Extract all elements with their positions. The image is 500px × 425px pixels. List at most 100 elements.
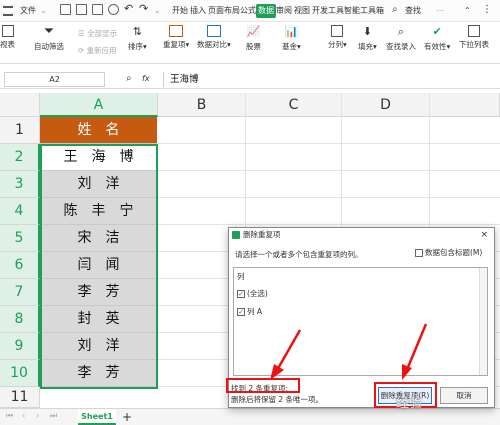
- lookup-entry-label: 查找录入: [386, 42, 416, 51]
- menu-smart-toolbox[interactable]: 智能工具箱: [344, 4, 384, 18]
- menu-formula[interactable]: 公式: [240, 4, 256, 18]
- duplicates-button[interactable]: 重复项▾: [163, 25, 189, 50]
- column-header-d[interactable]: D: [342, 93, 430, 117]
- checked-checkbox-icon: ✓: [237, 308, 245, 316]
- fill-icon: ⬇: [362, 25, 372, 38]
- list-header: 列: [237, 272, 245, 281]
- name-box[interactable]: A2: [4, 72, 105, 87]
- app-icon: [232, 231, 240, 239]
- validity-button[interactable]: ✔ 有效性▾: [424, 25, 450, 52]
- cell-a5[interactable]: 宋洁: [40, 225, 157, 252]
- print-icon[interactable]: [92, 4, 103, 15]
- menu-view[interactable]: 视图: [294, 4, 310, 18]
- hamburger-icon[interactable]: [3, 6, 13, 16]
- formula-input[interactable]: 王海博: [170, 72, 199, 87]
- preview-icon[interactable]: [108, 4, 119, 15]
- auto-filter-button[interactable]: ⏷ 自动筛选: [34, 25, 64, 52]
- column-a-label: 列 A: [247, 307, 263, 316]
- dropdown-list-label: 下拉列表: [459, 40, 489, 49]
- row-header-3[interactable]: 3: [0, 171, 40, 198]
- split-icon: [331, 25, 344, 37]
- select-all-option[interactable]: ✓ (全选): [237, 288, 268, 299]
- cell-a6[interactable]: 闫闻: [40, 252, 157, 279]
- menu-data[interactable]: 数据: [256, 4, 276, 18]
- split-button[interactable]: 分列▾: [328, 25, 347, 50]
- cell-a4[interactable]: 陈丰宁: [40, 198, 157, 225]
- last-sheet-icon[interactable]: ⏭: [50, 411, 57, 421]
- cell-a9[interactable]: 刘洋: [40, 333, 157, 360]
- pivot-table-label: 视表: [0, 40, 15, 49]
- header-checkbox[interactable]: 数据包含标题(M): [415, 247, 482, 258]
- menu-home[interactable]: 开始: [172, 4, 188, 18]
- search-icon[interactable]: ⌕: [392, 3, 398, 17]
- column-a-option[interactable]: ✓ 列 A: [237, 306, 262, 317]
- row-header-1[interactable]: 1: [0, 117, 40, 144]
- dropdown-list-button[interactable]: 下拉列表: [459, 25, 489, 50]
- row-header-9[interactable]: 9: [0, 333, 40, 360]
- dialog-title-bar[interactable]: 删除重复项: [229, 228, 494, 242]
- table-icon: [1, 25, 14, 37]
- menu-review[interactable]: 审阅: [276, 4, 292, 18]
- header-checkbox-label: 数据包含标题(M): [425, 248, 483, 257]
- sheet-tab-sheet1[interactable]: Sheet1: [78, 409, 116, 425]
- column-listbox[interactable]: 列 ✓ (全选) ✓ 列 A: [233, 267, 488, 376]
- cell-a7[interactable]: 李芳: [40, 279, 157, 306]
- cell-a2[interactable]: 王海博: [40, 144, 157, 171]
- chevron-down-icon[interactable]: ⌄: [40, 4, 47, 18]
- annotation-highlight-box: [226, 378, 300, 393]
- cell-a10[interactable]: 李芳: [40, 360, 157, 387]
- row-header-7[interactable]: 7: [0, 279, 40, 306]
- fund-button[interactable]: 📊 基金▾: [282, 25, 301, 52]
- ribbon: 视表 ⏷ 自动筛选 ☰ 全部显示 ⟳ 重新应用 ⇅ 排序▾ 重复项▾ 数据对比▾…: [0, 22, 500, 64]
- next-sheet-icon[interactable]: ›: [36, 411, 39, 420]
- scrollbar[interactable]: [479, 268, 487, 375]
- fx-icon[interactable]: fx: [142, 74, 150, 83]
- menu-developer[interactable]: 开发工具: [312, 4, 344, 18]
- data-compare-button[interactable]: 数据对比▾: [197, 25, 231, 50]
- row-header-5[interactable]: 5: [0, 225, 40, 252]
- chevron-down-icon[interactable]: ⌄: [154, 4, 161, 18]
- row-header-6[interactable]: 6: [0, 252, 40, 279]
- column-header-c[interactable]: C: [246, 93, 342, 117]
- column-header-e[interactable]: [430, 93, 500, 117]
- zoom-icon[interactable]: ⌕: [126, 73, 132, 84]
- column-header-a[interactable]: A: [40, 93, 158, 117]
- undo-icon[interactable]: ↶: [124, 2, 133, 16]
- cell-a8[interactable]: 封英: [40, 306, 157, 333]
- reapply-button[interactable]: ⟳ 重新应用: [78, 45, 117, 56]
- row-header-8[interactable]: 8: [0, 306, 40, 333]
- pivot-table-button[interactable]: 视表: [0, 25, 15, 50]
- cancel-button[interactable]: 取消: [440, 387, 488, 404]
- select-all-corner[interactable]: [0, 93, 40, 117]
- search-label[interactable]: 查找: [405, 4, 421, 18]
- collapse-icon[interactable]: ⌃: [464, 4, 471, 18]
- data-compare-label: 数据对比: [197, 40, 227, 49]
- menu-page-layout[interactable]: 页面布局: [208, 4, 240, 18]
- fill-button[interactable]: ⬇ 填充▾: [358, 25, 377, 52]
- cell-a3[interactable]: 刘洋: [40, 171, 157, 198]
- cell-a1-header[interactable]: 姓名: [40, 117, 157, 144]
- row-header-11[interactable]: 11: [0, 387, 40, 408]
- dots-icon[interactable]: ⋯: [436, 4, 444, 18]
- more-icon[interactable]: ⋮: [482, 3, 492, 17]
- close-icon[interactable]: ×: [480, 229, 488, 241]
- stocks-button[interactable]: 📈 股票: [246, 25, 261, 52]
- menu-file[interactable]: 文件: [20, 4, 36, 18]
- redo-icon[interactable]: ↷: [139, 2, 148, 16]
- row-header-2[interactable]: 2: [0, 144, 40, 171]
- first-sheet-icon[interactable]: ⏮: [6, 411, 13, 421]
- lookup-entry-button[interactable]: ⌕ 查找录入: [386, 25, 416, 52]
- add-sheet-icon[interactable]: +: [122, 409, 132, 425]
- split-label: 分列: [328, 40, 343, 49]
- column-header-b[interactable]: B: [158, 93, 246, 117]
- row-header-10[interactable]: 10: [0, 360, 40, 387]
- menu-insert[interactable]: 插入: [190, 4, 206, 18]
- prev-sheet-icon[interactable]: ‹: [22, 411, 25, 420]
- show-all-button[interactable]: ☰ 全部显示: [78, 28, 117, 39]
- save-icon[interactable]: [60, 4, 71, 15]
- compare-icon: [206, 25, 221, 37]
- export-icon[interactable]: [76, 4, 87, 15]
- sort-button[interactable]: ⇅ 排序▾: [128, 25, 147, 52]
- divider: [163, 72, 164, 87]
- row-header-4[interactable]: 4: [0, 198, 40, 225]
